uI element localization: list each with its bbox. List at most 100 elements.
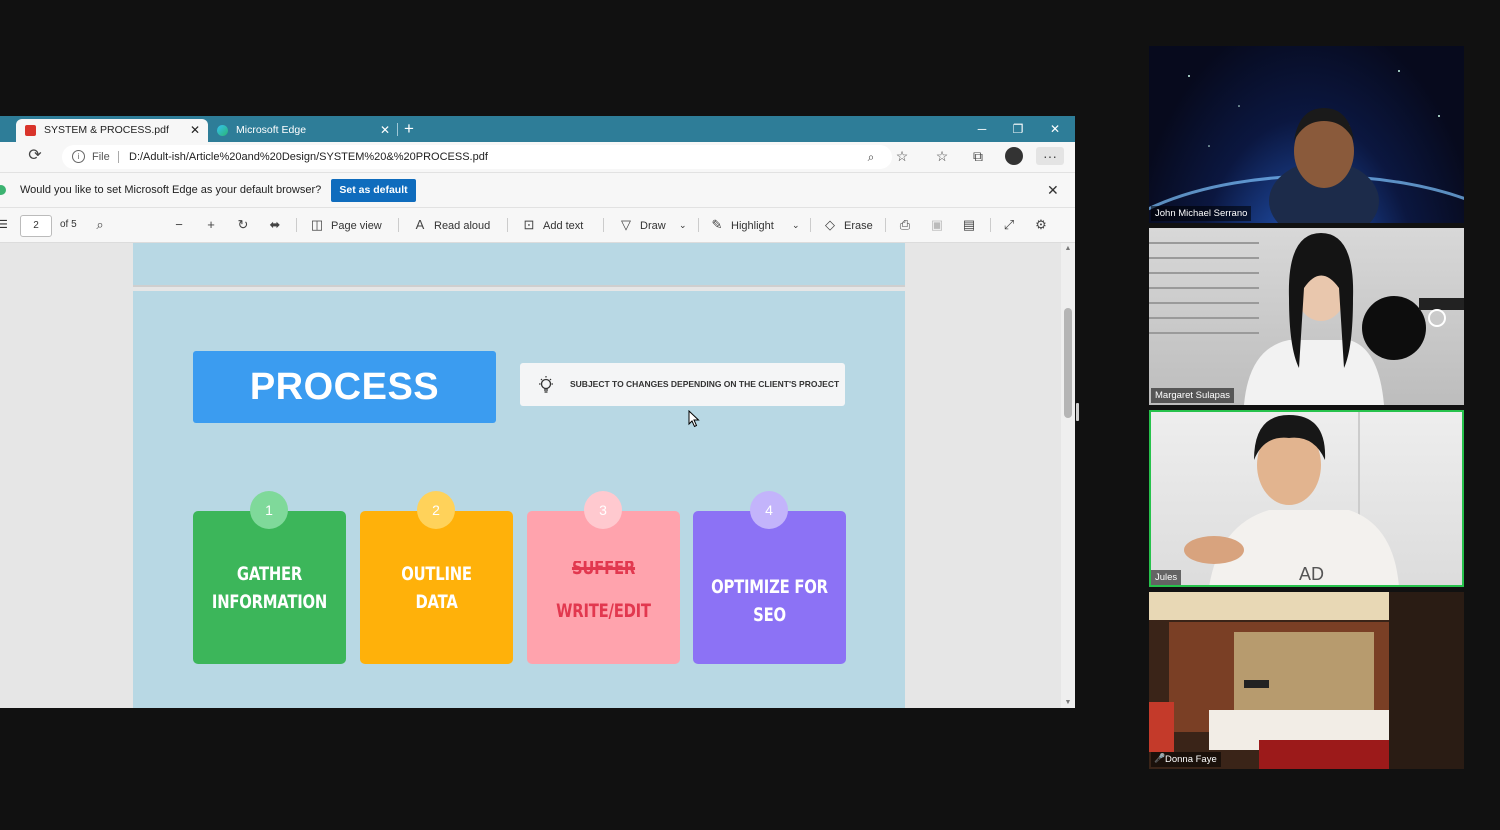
fit-page-icon[interactable]: ⬌	[267, 208, 289, 243]
address-bar: ⟳ i File D:/Adult-ish/Article%20and%20De…	[0, 142, 1075, 173]
close-tab-icon[interactable]: ✕	[190, 119, 200, 142]
pdf-toolbar: ☰ 2 of 5 ⌕ − + ↻ ⬌ ◫ Page view A Read alou…	[0, 208, 1075, 243]
pdf-viewer[interactable]: PROCESS SUBJECT TO CHANGES DEPENDING ON …	[0, 243, 1075, 708]
highlight-icon: ✎	[711, 217, 723, 232]
print-icon[interactable]: ⎙	[897, 208, 919, 243]
tab-label: SYSTEM & PROCESS.pdf	[44, 124, 169, 136]
more-menu-icon[interactable]: ···	[1036, 147, 1064, 165]
toolbar-divider	[603, 218, 604, 232]
video-tile-margaret-sulapas[interactable]: Margaret Sulapas	[1149, 228, 1464, 405]
scrollbar-thumb[interactable]	[1064, 308, 1072, 418]
participant-name: Margaret Sulapas	[1151, 388, 1234, 403]
tab-divider	[397, 123, 398, 136]
toolbar-divider	[885, 218, 886, 232]
info-icon[interactable]: i	[72, 150, 85, 163]
fullscreen-icon[interactable]: ⤢	[1001, 208, 1023, 243]
banner-message: Would you like to set Microsoft Edge as …	[20, 184, 322, 196]
add-text-button[interactable]: ⊡ Add text	[521, 208, 584, 243]
search-icon[interactable]: ⌕	[92, 208, 114, 243]
participant-name: John Michael Serrano	[1151, 206, 1252, 221]
set-as-default-button[interactable]: Set as default	[331, 179, 416, 202]
draw-button[interactable]: ▽ Draw	[618, 208, 666, 243]
draw-options-chevron-icon[interactable]: ⌄	[679, 208, 687, 242]
new-tab-icon[interactable]: +	[404, 118, 414, 140]
url-field[interactable]: i File D:/Adult-ish/Article%20and%20Desi…	[62, 145, 892, 169]
page-number-input[interactable]: 2	[20, 215, 52, 237]
refresh-icon[interactable]: ⟳	[26, 147, 44, 165]
highlight-button[interactable]: ✎ Highlight	[709, 208, 774, 243]
step-number-badge: 2	[417, 491, 455, 529]
vertical-scrollbar[interactable]: ▲ ▼	[1061, 243, 1075, 708]
previous-page	[133, 243, 905, 287]
file-label: File	[92, 151, 110, 163]
lightbulb-icon	[539, 376, 553, 393]
toolbar-divider	[507, 218, 508, 232]
video-tile-jules[interactable]: AD Jules	[1149, 410, 1464, 587]
zoom-out-icon[interactable]: −	[171, 208, 193, 243]
edge-browser-window: SYSTEM & PROCESS.pdf ✕ Microsoft Edge ✕ …	[0, 116, 1075, 708]
settings-gear-icon[interactable]: ⚙	[1033, 208, 1055, 243]
restore-icon[interactable]: ❐	[1000, 116, 1036, 142]
participant-video: AD	[1184, 410, 1399, 587]
page-view-icon: ◫	[310, 217, 324, 232]
zoom-in-icon[interactable]: +	[203, 208, 225, 243]
page-view-button[interactable]: ◫ Page view	[309, 208, 382, 243]
page-count: of 5	[60, 219, 77, 230]
profile-avatar[interactable]	[1005, 147, 1023, 165]
step-text-line2: INFORMATION	[211, 591, 328, 613]
step-number-badge: 4	[750, 491, 788, 529]
collections-icon[interactable]: ⧉	[969, 147, 987, 165]
highlight-options-chevron-icon[interactable]: ⌄	[792, 208, 800, 242]
edge-icon	[0, 185, 6, 195]
participant-video	[1149, 592, 1464, 769]
step-text-line2: WRITE/EDIT	[556, 600, 651, 622]
participant-video	[1149, 70, 1464, 223]
url-divider	[118, 151, 119, 163]
participant-name: Jules	[1151, 570, 1182, 585]
toolbar-divider	[990, 218, 991, 232]
close-banner-icon[interactable]: ✕	[1047, 173, 1059, 207]
url-text[interactable]: D:/Adult-ish/Article%20and%20Design/SYST…	[129, 145, 488, 169]
rotate-icon[interactable]: ↻	[235, 208, 257, 243]
close-window-icon[interactable]: ✕	[1037, 116, 1073, 142]
video-tile-donna-faye[interactable]: Donna Faye 🎤	[1149, 592, 1464, 769]
mouse-cursor-icon	[688, 410, 700, 428]
erase-button[interactable]: ◇ Erase	[822, 208, 873, 243]
muted-mic-icon: 🎤	[1154, 753, 1166, 763]
save-icon[interactable]: ▣	[929, 208, 951, 243]
toolbar-divider	[810, 218, 811, 232]
add-text-icon: ⊡	[523, 217, 535, 232]
toolbar-divider	[698, 218, 699, 232]
tab-label: Microsoft Edge	[236, 124, 307, 136]
save-as-icon[interactable]: ▤	[961, 208, 983, 243]
scroll-up-icon[interactable]: ▲	[1061, 245, 1075, 252]
tab-microsoft-edge[interactable]: Microsoft Edge ✕	[208, 119, 398, 142]
close-tab-icon[interactable]: ✕	[380, 119, 390, 142]
pdf-page: PROCESS SUBJECT TO CHANGES DEPENDING ON …	[133, 291, 905, 708]
favorites-icon[interactable]: ☆	[933, 147, 951, 165]
note-text: SUBJECT TO CHANGES DEPENDING ON THE CLIE…	[570, 379, 840, 389]
step-card-write-edit: 3 SUFFER WRITE/EDIT	[527, 491, 680, 664]
step-card-gather-information: 1 GATHER INFORMATION	[193, 491, 346, 664]
svg-text:AD: AD	[1299, 564, 1324, 584]
step-card-optimize-for-seo: 4 OPTIMIZE FOR SEO	[693, 491, 846, 664]
process-title: PROCESS	[193, 351, 496, 423]
eraser-icon: ◇	[825, 217, 835, 232]
favorite-star-icon[interactable]: ☆	[893, 147, 911, 165]
step-text-line1: GATHER	[236, 563, 303, 585]
step-card-outline-data: 2 OUTLINE DATA	[360, 491, 513, 664]
step-text-line1: OUTLINE	[401, 563, 472, 585]
contents-icon[interactable]: ☰	[0, 208, 8, 242]
zoom-icon[interactable]: ⌕	[862, 148, 880, 166]
scroll-down-icon[interactable]: ▼	[1061, 699, 1075, 706]
step-text-struck: SUFFER	[571, 561, 636, 579]
video-tile-john-michael-serrano[interactable]: John Michael Serrano	[1149, 46, 1464, 223]
step-number-badge: 1	[250, 491, 288, 529]
read-aloud-button[interactable]: A Read aloud	[412, 208, 491, 243]
read-aloud-icon: A	[415, 217, 425, 232]
window-edge-handle[interactable]	[1076, 403, 1079, 421]
minimize-icon[interactable]: ─	[964, 116, 1000, 142]
step-text-line1: OPTIMIZE FOR SEO	[711, 576, 828, 626]
tab-system-process-pdf[interactable]: SYSTEM & PROCESS.pdf ✕	[16, 119, 208, 142]
toolbar-divider	[296, 218, 297, 232]
